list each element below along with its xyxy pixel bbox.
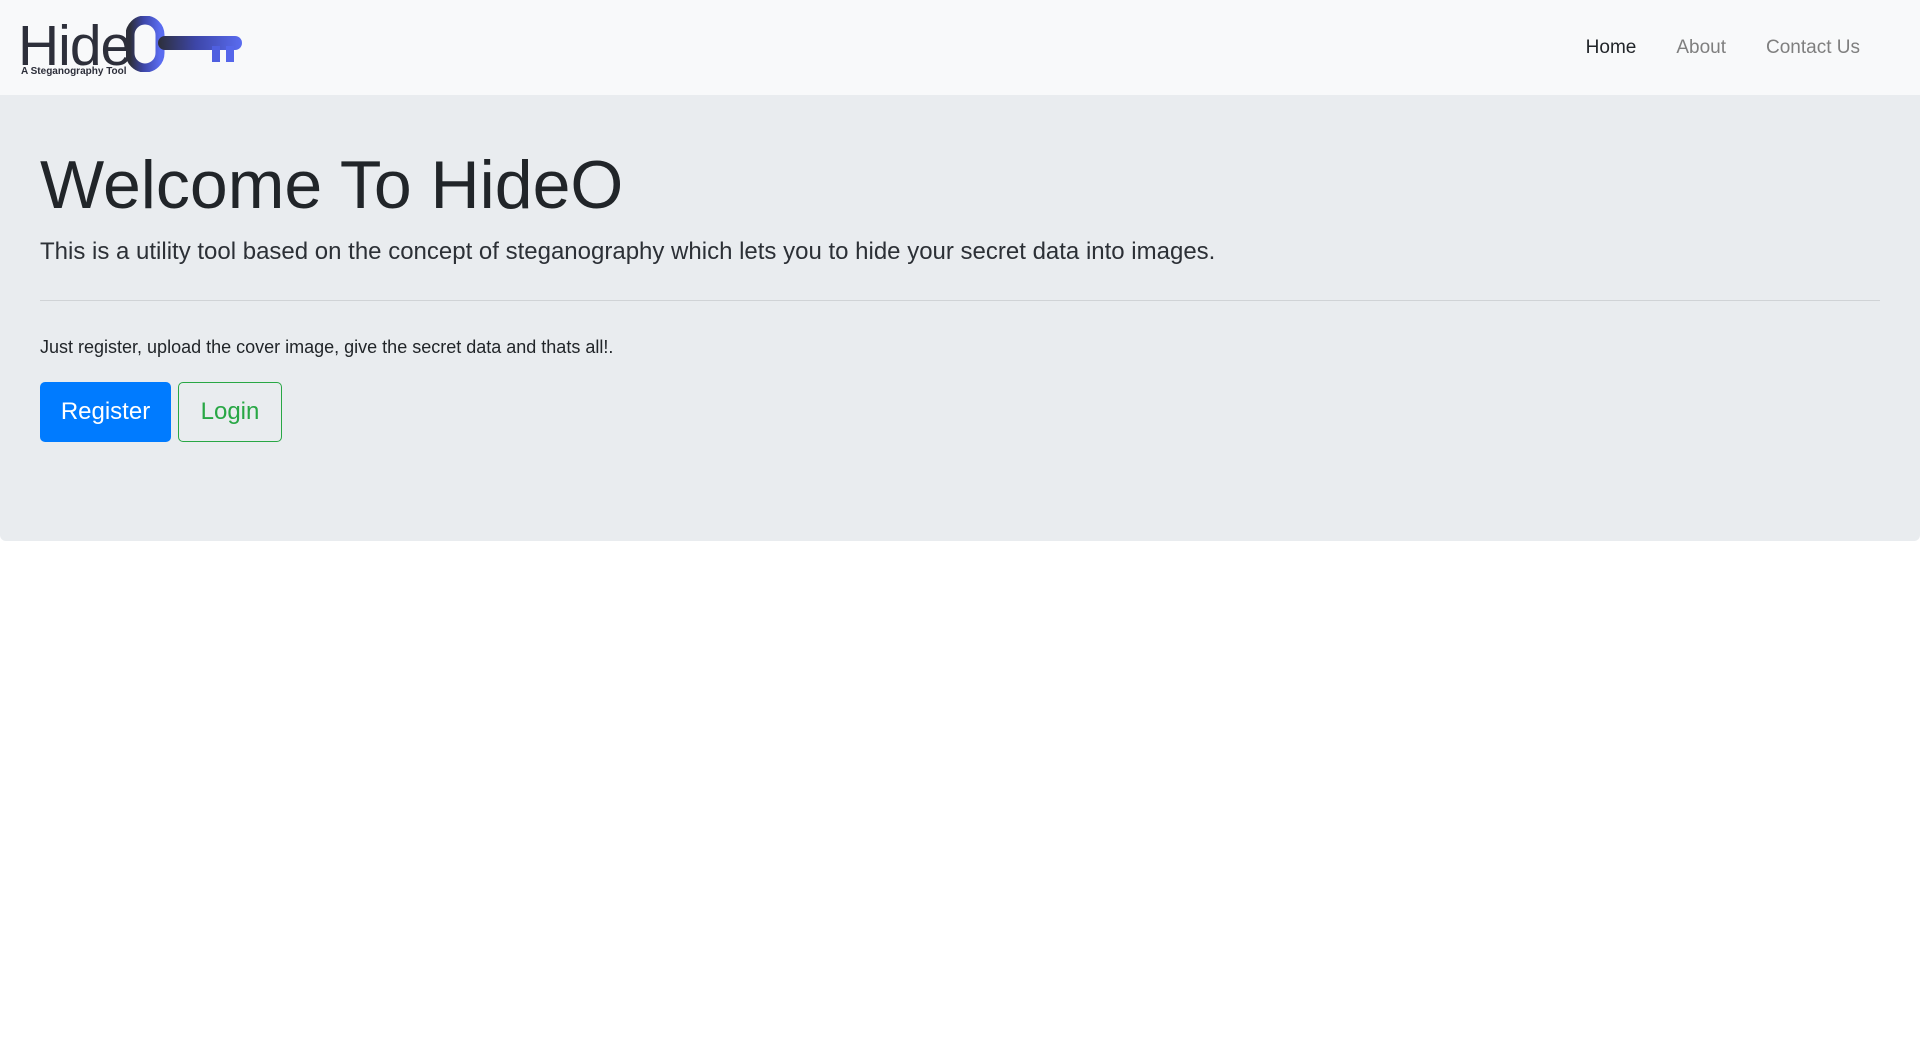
- hero-jumbotron: Welcome To HideO This is a utility tool …: [0, 95, 1920, 541]
- body-text: Just register, upload the cover image, g…: [40, 337, 614, 357]
- key-icon: [125, 15, 252, 77]
- login-button[interactable]: Login: [178, 382, 282, 442]
- register-button[interactable]: Register: [40, 382, 171, 442]
- page-title: Welcome To HideO: [40, 147, 624, 223]
- nav-link-contact-us[interactable]: Contact Us: [1746, 37, 1880, 59]
- divider: [40, 300, 1880, 301]
- nav-link-about[interactable]: About: [1656, 37, 1746, 59]
- nav-links: Home About Contact Us: [1566, 0, 1880, 95]
- brand-logo[interactable]: Hide A Steganography Tool: [18, 14, 258, 82]
- nav-link-home[interactable]: Home: [1566, 37, 1657, 59]
- brand-tagline: A Steganography Tool: [21, 66, 127, 77]
- lead-text: This is a utility tool based on the conc…: [40, 238, 1216, 265]
- navbar: Hide A Steganography Tool Home About Con…: [0, 0, 1920, 95]
